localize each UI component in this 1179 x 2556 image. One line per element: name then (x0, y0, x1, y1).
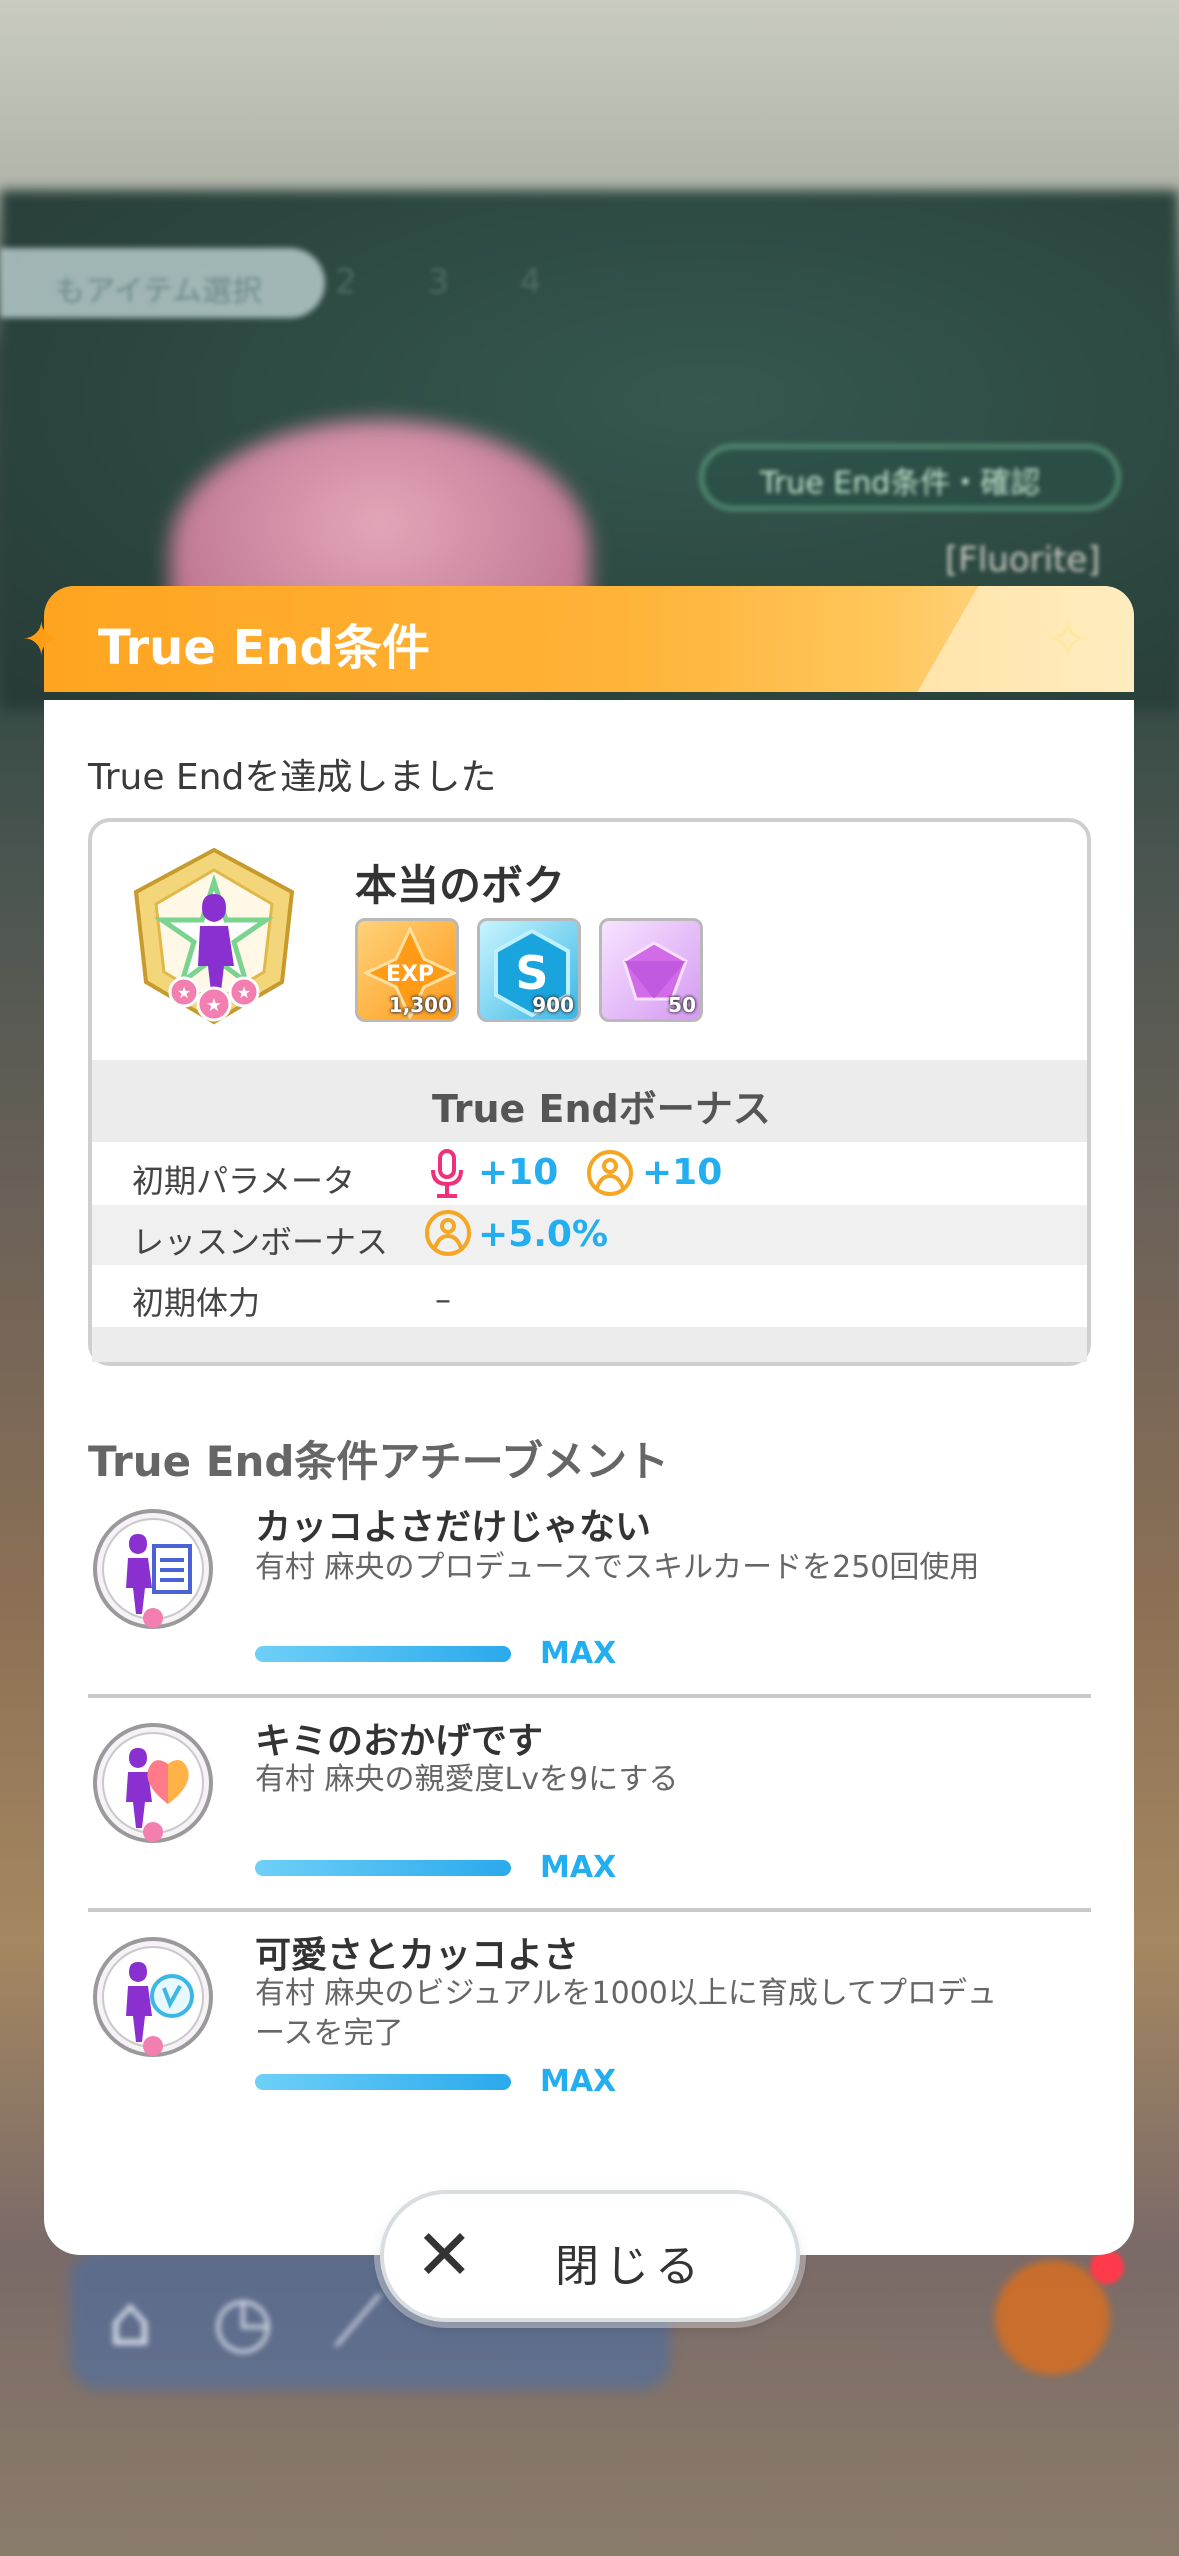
sparkle-icon: ✧ (1045, 608, 1091, 671)
notification-dot-icon (1090, 2250, 1124, 2284)
divider (88, 1694, 1091, 1698)
bonus-vocal-value: +10 (478, 1152, 559, 1193)
item-count: 50 (668, 993, 696, 1017)
reward-title: 本当のボク (355, 861, 566, 910)
achievement-status: MAX (540, 1636, 617, 1671)
item-count: 900 (532, 993, 574, 1017)
modal-header: True End条件 (44, 586, 1134, 692)
vocal-mic-icon (431, 1149, 463, 1198)
achievements-heading: True End条件アチーブメント (88, 1437, 670, 1486)
bonus-stamina-value: – (435, 1280, 451, 1318)
exp-item-icon[interactable]: EXP 1,300 (355, 918, 459, 1022)
dance-icon (587, 1150, 633, 1196)
background-step-numbers: 2 3 4 (335, 262, 572, 302)
achievement-description: 有村 麻央のビジュアルを1000以上に育成してプロデュースを完了 (255, 1976, 997, 2051)
achievement-status: MAX (540, 2064, 617, 2099)
skill-card-achievement-icon (93, 1509, 213, 1629)
close-button-label[interactable]: 閉じる (555, 2230, 705, 2294)
achievement-progress-bar (255, 2074, 511, 2090)
svg-text:EXP: EXP (386, 962, 434, 987)
bonus-lesson-value: +5.0% (478, 1214, 609, 1255)
achievement-status: MAX (540, 1850, 617, 1885)
dance-icon (425, 1210, 471, 1256)
affection-achievement-icon (93, 1723, 213, 1843)
achievement-description: 有村 麻央の親愛度Lvを9にする (255, 1762, 679, 1797)
true-end-emblem-icon: ★ ★ ★ (133, 847, 295, 1025)
bonus-label: レッスンボーナス (132, 1223, 389, 1261)
svg-text:★: ★ (206, 995, 222, 1016)
svg-text:★: ★ (237, 983, 251, 1002)
bonus-label: 初期パラメータ (132, 1162, 356, 1200)
star-icon: ✦ (22, 612, 61, 666)
achievement-progress-bar (255, 1860, 511, 1876)
achievement-description: 有村 麻央のプロデュースでスキルカードを250回使用 (255, 1550, 980, 1585)
bonus-footer (92, 1327, 1087, 1362)
achievement-progress-bar (255, 1646, 511, 1662)
pink-gem-item-icon[interactable]: 50 (599, 918, 703, 1022)
achieved-message: True Endを達成しました (88, 757, 497, 798)
achievement-title: キミのおかげです (255, 1721, 544, 1762)
background-name-label: [Fluorite] (945, 540, 1101, 580)
modal-title: True End条件 (98, 620, 430, 676)
bonus-header-label: True Endボーナス (432, 1087, 771, 1131)
achievement-title: カッコよさだけじゃない (255, 1507, 652, 1548)
achievement-title: 可愛さとカッコよさ (255, 1935, 580, 1976)
bonus-dance-value: +10 (642, 1152, 723, 1193)
svg-text:S: S (515, 946, 548, 1000)
background-condition-label: True End条件・確認 (760, 466, 1041, 501)
close-icon[interactable]: ✕ (415, 2220, 474, 2290)
bonus-label: 初期体力 (132, 1284, 261, 1322)
svg-text:★: ★ (177, 983, 191, 1002)
visual-achievement-icon (93, 1937, 213, 2057)
divider (88, 1908, 1091, 1912)
s-badge-item-icon[interactable]: S 900 (477, 918, 581, 1022)
item-count: 1,300 (388, 993, 452, 1017)
background-step-label: もアイテム選択 (55, 274, 262, 309)
